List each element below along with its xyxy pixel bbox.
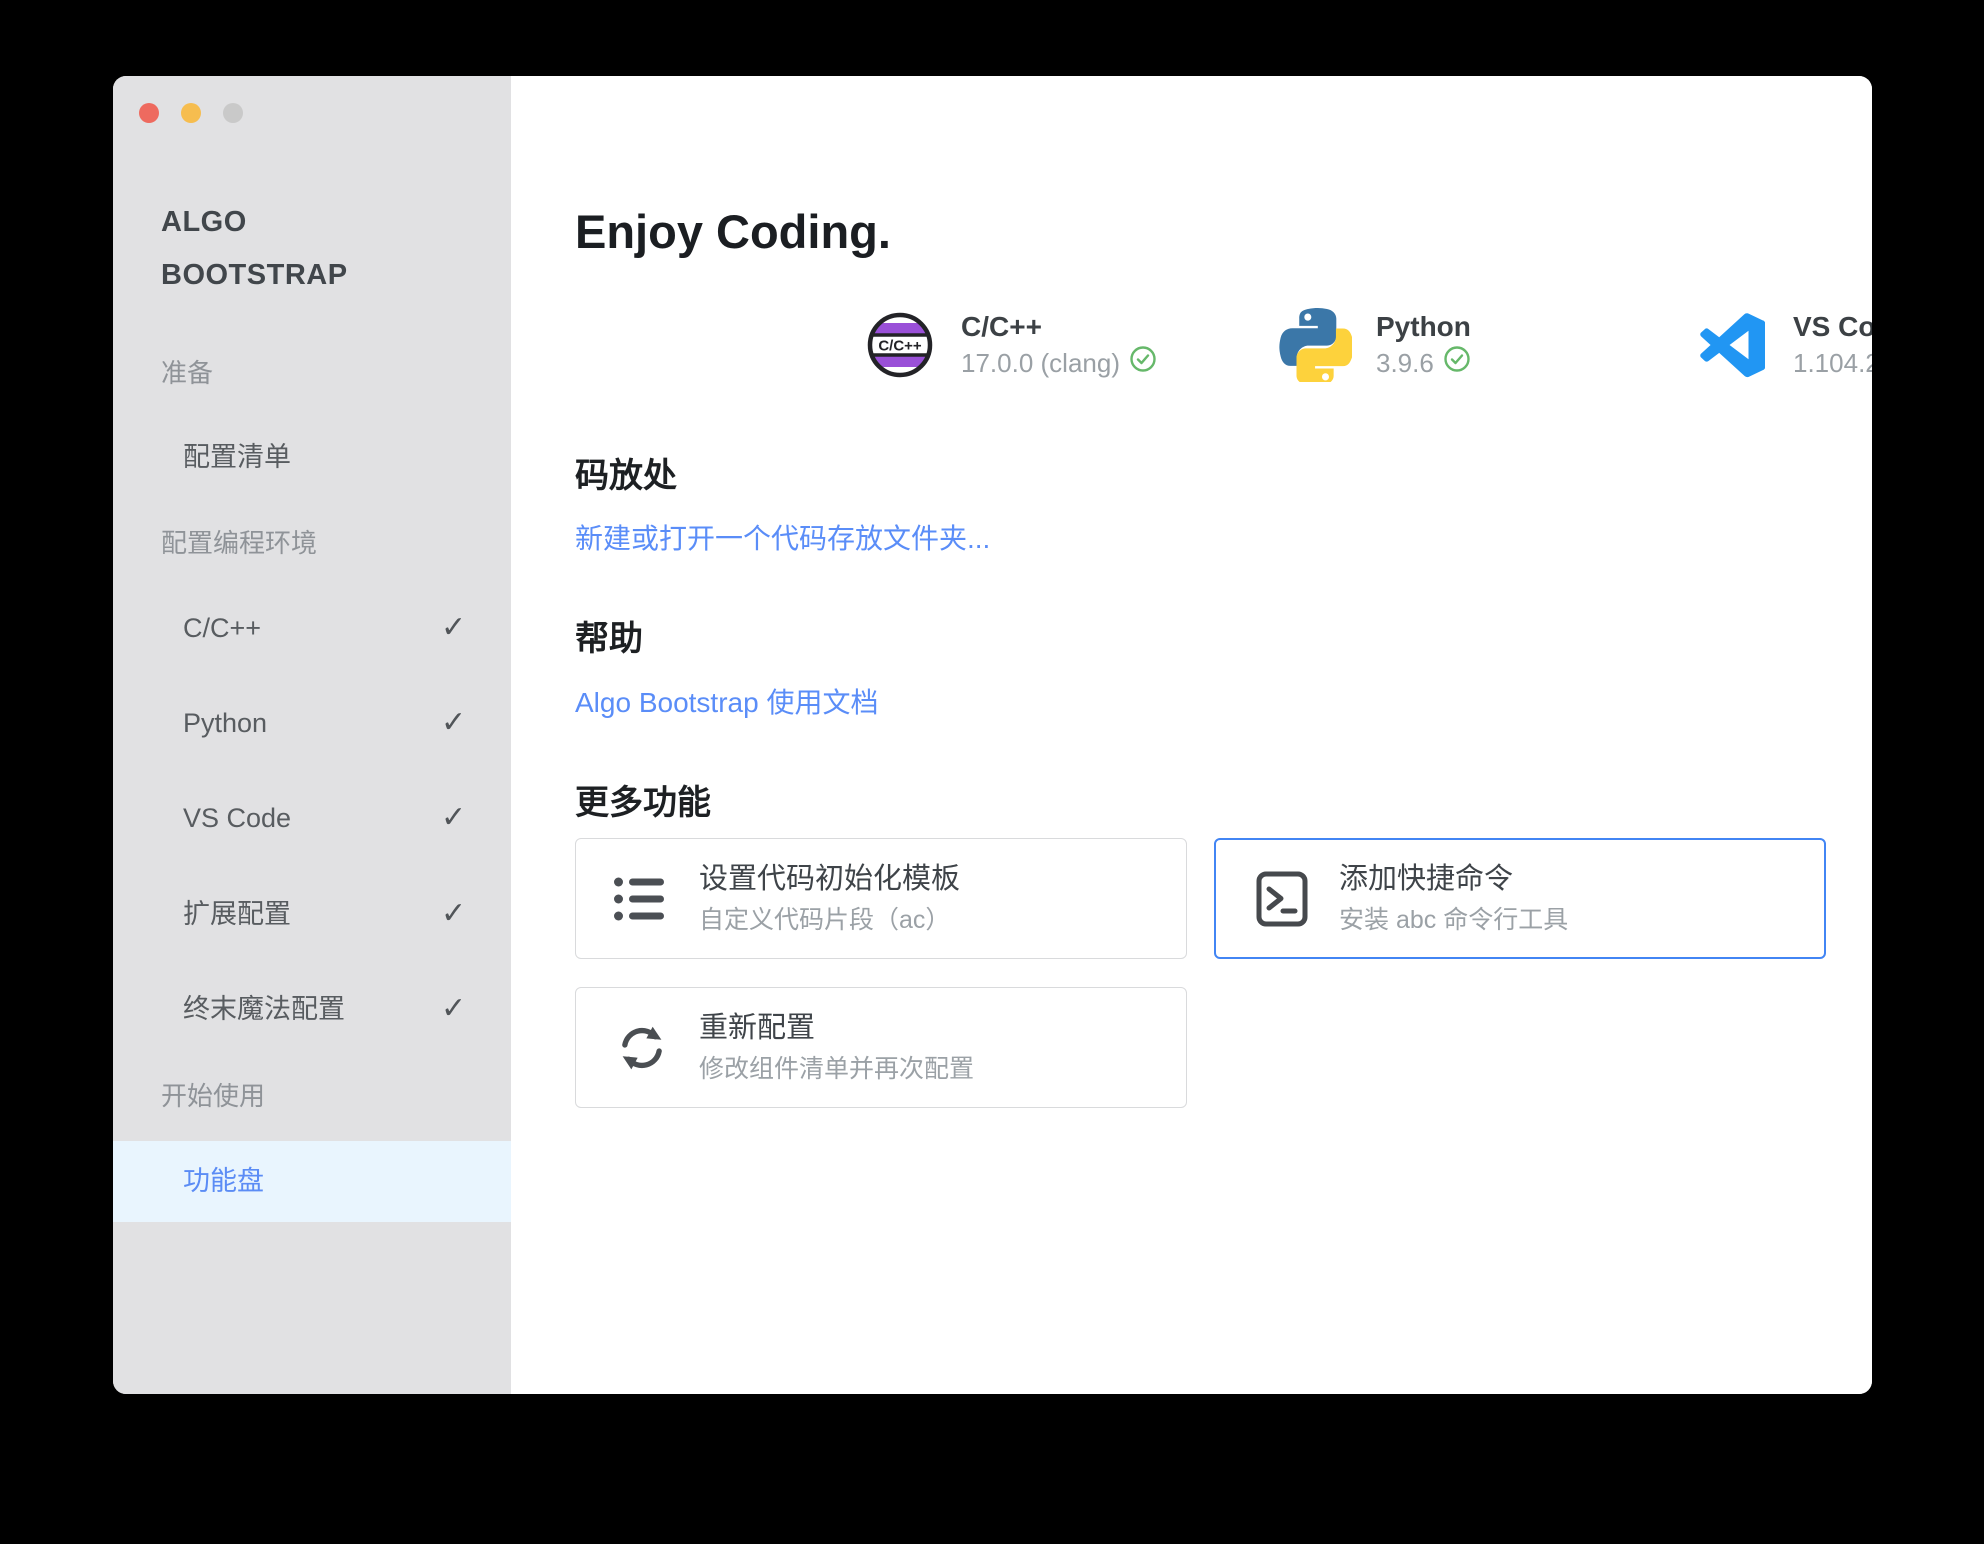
check-icon: ✓: [441, 897, 467, 930]
tool-status-cpp: C/C++ C/C++ 17.0.0 (clang): [863, 308, 1157, 382]
page-title: Enjoy Coding.: [575, 205, 891, 258]
tool-status-vscode: VS Code 1.104.2: [1695, 308, 1872, 382]
section-title-help: 帮助: [575, 620, 643, 658]
desktop-background: ALGO BOOTSTRAP 准备 配置清单 配置编程环境 C/C++ ✓ Py…: [0, 0, 1984, 1544]
section-title-more: 更多功能: [575, 784, 711, 822]
card-code-template[interactable]: 设置代码初始化模板 自定义代码片段（ac）: [575, 838, 1187, 959]
card-quick-command[interactable]: 添加快捷命令 安装 abc 命令行工具: [1214, 838, 1826, 959]
window-controls: [139, 103, 243, 123]
open-folder-link[interactable]: 新建或打开一个代码存放文件夹...: [575, 517, 990, 557]
card-reconfigure[interactable]: 重新配置 修改组件清单并再次配置: [575, 987, 1187, 1108]
sidebar-item-terminal-magic[interactable]: 终末魔法配置 ✓: [113, 985, 511, 1033]
status-ok-icon: [1443, 345, 1471, 381]
check-icon: ✓: [441, 706, 467, 739]
sidebar-section-prepare: 准备: [161, 358, 214, 388]
docs-link[interactable]: Algo Bootstrap 使用文档: [575, 681, 878, 721]
fullscreen-button[interactable]: [223, 103, 243, 123]
refresh-icon: [611, 1017, 673, 1079]
sidebar-item-config-list[interactable]: 配置清单: [113, 433, 511, 481]
check-icon: ✓: [441, 992, 467, 1025]
cpp-icon: C/C++: [863, 308, 937, 382]
check-icon: ✓: [441, 611, 467, 644]
close-button[interactable]: [139, 103, 159, 123]
svg-text:C/C++: C/C++: [878, 338, 922, 355]
python-icon: [1278, 308, 1352, 382]
sidebar-item-cpp[interactable]: C/C++ ✓: [113, 604, 511, 652]
vscode-icon: [1695, 308, 1769, 382]
list-icon: [611, 873, 673, 925]
sidebar-section-start: 开始使用: [161, 1081, 266, 1111]
app-title: ALGO BOOTSTRAP: [161, 196, 348, 302]
sidebar-item-python[interactable]: Python ✓: [113, 699, 511, 747]
status-ok-icon: [1129, 345, 1157, 381]
tool-status-python: Python 3.9.6: [1278, 308, 1471, 382]
sidebar-item-extensions[interactable]: 扩展配置 ✓: [113, 890, 511, 938]
terminal-icon: [1251, 870, 1313, 928]
check-icon: ✓: [441, 801, 467, 834]
section-title-code-place: 码放处: [575, 457, 677, 495]
minimize-button[interactable]: [181, 103, 201, 123]
sidebar-section-env: 配置编程环境: [161, 528, 318, 558]
sidebar-item-dashboard-selected[interactable]: 功能盘: [113, 1141, 511, 1222]
sidebar-item-vscode[interactable]: VS Code ✓: [113, 794, 511, 842]
app-title-line1: ALGO: [161, 206, 247, 238]
sidebar: ALGO BOOTSTRAP 准备 配置清单 配置编程环境 C/C++ ✓ Py…: [113, 76, 511, 1394]
app-window: ALGO BOOTSTRAP 准备 配置清单 配置编程环境 C/C++ ✓ Py…: [113, 76, 1872, 1394]
app-title-line2: BOOTSTRAP: [161, 259, 348, 291]
main-content: Enjoy Coding. C/C++ C/C++ 17.0.0 (clang)…: [511, 76, 1872, 1394]
